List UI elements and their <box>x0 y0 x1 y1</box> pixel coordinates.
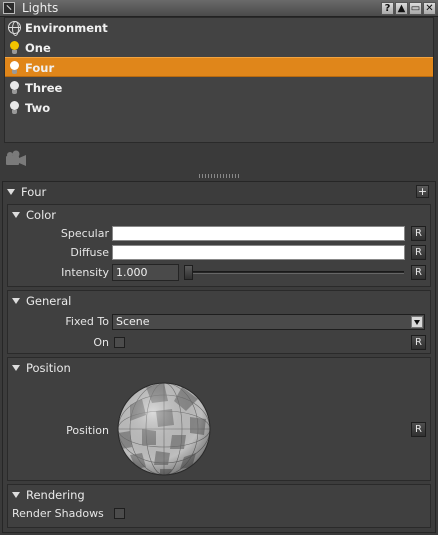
group-title: Position <box>26 361 71 375</box>
globe-icon <box>8 21 21 36</box>
color-group-header[interactable]: Color <box>12 208 56 222</box>
position-group: Position Position R <box>7 357 431 481</box>
list-item-one[interactable]: One <box>5 38 433 58</box>
position-sphere-widget[interactable] <box>116 381 212 477</box>
list-item-environment[interactable]: Environment <box>5 18 433 38</box>
list-item-label: Environment <box>25 21 108 35</box>
lights-list[interactable]: Environment One Four Three Two <box>4 17 434 143</box>
float-button[interactable]: ▭ <box>409 2 422 15</box>
bulb-icon <box>10 101 19 114</box>
panel-menu-icon[interactable] <box>3 2 15 14</box>
fixed-to-dropdown[interactable]: Scene <box>112 314 425 330</box>
close-button[interactable]: ✕ <box>423 2 436 15</box>
fixed-to-label: Fixed To <box>65 315 109 328</box>
general-group-header[interactable]: General <box>12 294 71 308</box>
on-checkbox[interactable] <box>114 337 125 348</box>
on-label: On <box>93 336 109 349</box>
splitter-handle[interactable] <box>199 174 239 178</box>
add-button[interactable]: + <box>416 185 429 198</box>
position-label: Position <box>66 424 109 437</box>
rendering-group: Rendering Render Shadows <box>7 484 431 528</box>
specular-reset-button[interactable]: R <box>411 226 426 241</box>
properties-panel: Four + Color Specular R Diffuse R Intens… <box>2 181 436 533</box>
general-group: General Fixed To Scene On R <box>7 290 431 354</box>
diffuse-reset-button[interactable]: R <box>411 245 426 260</box>
collapse-button[interactable]: ▲ <box>395 2 408 15</box>
window-title: Lights <box>22 1 59 15</box>
diffuse-color-swatch[interactable] <box>112 245 405 260</box>
expand-triangle-icon <box>12 298 20 304</box>
list-item-label: Three <box>25 81 63 95</box>
camera-light-icon[interactable] <box>5 150 29 168</box>
diffuse-label: Diffuse <box>70 246 109 259</box>
window-title-bar: Lights ? ▲ ▭ ✕ <box>0 0 438 17</box>
bulb-icon <box>10 81 19 94</box>
expand-triangle-icon <box>12 492 20 498</box>
specular-color-swatch[interactable] <box>112 226 405 241</box>
position-group-header[interactable]: Position <box>12 361 71 375</box>
intensity-label: Intensity <box>61 266 109 279</box>
expand-triangle-icon <box>7 189 15 195</box>
intensity-reset-button[interactable]: R <box>411 265 426 280</box>
list-item-label: Two <box>25 101 51 115</box>
group-title: Color <box>26 208 57 222</box>
group-title: Rendering <box>26 488 85 502</box>
intensity-input[interactable]: 1.000 <box>112 264 179 281</box>
bulb-icon <box>10 41 19 54</box>
render-shadows-label: Render Shadows <box>12 507 104 520</box>
expand-triangle-icon <box>12 365 20 371</box>
rendering-group-header[interactable]: Rendering <box>12 488 85 502</box>
color-group: Color Specular R Diffuse R Intensity 1.0… <box>7 204 431 287</box>
general-reset-button[interactable]: R <box>411 335 426 350</box>
list-item-two[interactable]: Two <box>5 98 433 118</box>
intensity-slider-track[interactable] <box>184 271 404 274</box>
specular-label: Specular <box>60 227 109 240</box>
bulb-icon <box>10 61 19 74</box>
list-item-label: One <box>25 41 51 55</box>
help-button[interactable]: ? <box>381 2 394 15</box>
expand-triangle-icon <box>12 212 20 218</box>
list-item-three[interactable]: Three <box>5 78 433 98</box>
list-item-four[interactable]: Four <box>5 57 433 77</box>
intensity-slider-thumb[interactable] <box>184 265 193 280</box>
panel-title: Four <box>21 185 47 199</box>
render-shadows-checkbox[interactable] <box>114 508 125 519</box>
list-item-label: Four <box>25 61 55 75</box>
group-title: General <box>26 294 72 308</box>
position-reset-button[interactable]: R <box>411 422 426 437</box>
fixed-to-value: Scene <box>116 315 150 328</box>
chevron-down-icon <box>411 316 423 328</box>
panel-header[interactable]: Four <box>7 185 46 199</box>
